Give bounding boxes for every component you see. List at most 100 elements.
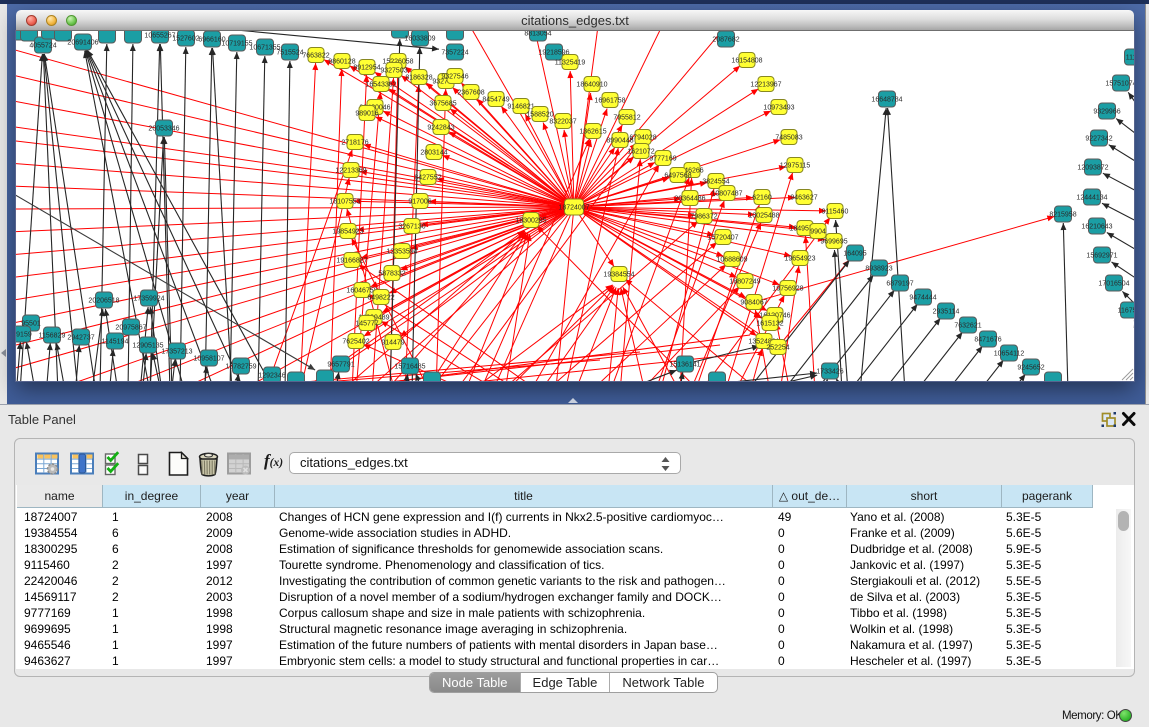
svg-text:16782759: 16782759 bbox=[225, 364, 256, 371]
svg-text:9084067: 9084067 bbox=[740, 300, 767, 307]
svg-text:15720407: 15720407 bbox=[707, 235, 738, 242]
svg-text:8454749: 8454749 bbox=[482, 97, 509, 104]
svg-text:9242843: 9242843 bbox=[427, 125, 454, 132]
svg-text:9115460: 9115460 bbox=[822, 209, 849, 216]
svg-text:9860128: 9860128 bbox=[328, 59, 355, 66]
svg-text:20053346: 20053346 bbox=[148, 126, 179, 133]
svg-text:7357224: 7357224 bbox=[441, 50, 468, 57]
svg-text:18300295: 18300295 bbox=[515, 218, 546, 225]
svg-text:39159: 39159 bbox=[16, 332, 32, 339]
svg-text:10025488: 10025488 bbox=[748, 213, 779, 220]
svg-text:9777169: 9777169 bbox=[649, 156, 676, 163]
svg-text:18640910: 18640910 bbox=[576, 82, 607, 89]
svg-text:9245652: 9245652 bbox=[1017, 365, 1044, 372]
svg-text:12213369: 12213369 bbox=[335, 168, 366, 175]
svg-text:10654112: 10654112 bbox=[994, 351, 1025, 358]
svg-text:9474444: 9474444 bbox=[909, 295, 936, 302]
svg-text:164095: 164095 bbox=[843, 251, 866, 258]
svg-text:989016: 989016 bbox=[355, 111, 378, 118]
svg-text:7515524: 7515524 bbox=[276, 50, 303, 57]
svg-text:7663822: 7663822 bbox=[302, 53, 329, 60]
svg-text:16154808: 16154808 bbox=[731, 58, 762, 65]
svg-text:19854923: 19854923 bbox=[332, 229, 363, 236]
svg-text:1362615: 1362615 bbox=[579, 129, 606, 136]
svg-text:1145194: 1145194 bbox=[102, 339, 129, 346]
svg-text:10973493: 10973493 bbox=[763, 105, 794, 112]
svg-text:3267130: 3267130 bbox=[398, 224, 425, 231]
svg-text:6498222: 6498222 bbox=[367, 295, 394, 302]
svg-text:12353594: 12353594 bbox=[386, 249, 417, 256]
svg-text:6794028: 6794028 bbox=[629, 135, 656, 142]
svg-text:16543362: 16543362 bbox=[365, 82, 396, 89]
svg-text:1733426: 1733426 bbox=[816, 369, 843, 376]
svg-text:16033809: 16033809 bbox=[404, 36, 435, 43]
svg-text:8912954: 8912954 bbox=[353, 65, 380, 72]
svg-text:2718176: 2718176 bbox=[341, 140, 368, 147]
svg-text:2935114: 2935114 bbox=[933, 309, 960, 316]
svg-text:9463627: 9463627 bbox=[790, 195, 817, 202]
svg-text:16210643: 16210643 bbox=[1081, 224, 1112, 231]
svg-text:10655267: 10655267 bbox=[144, 33, 175, 40]
svg-text:8186328: 8186328 bbox=[405, 75, 432, 82]
svg-text:7625402: 7625402 bbox=[342, 339, 369, 346]
svg-text:15751074: 15751074 bbox=[1105, 81, 1134, 88]
svg-text:12213967: 12213967 bbox=[750, 82, 781, 89]
svg-text:1588520: 1588520 bbox=[526, 112, 553, 119]
svg-text:17357213: 17357213 bbox=[161, 349, 192, 356]
svg-text:18724007: 18724007 bbox=[558, 205, 589, 212]
svg-text:20206518: 20206518 bbox=[88, 298, 119, 305]
svg-text:917006: 917006 bbox=[408, 199, 431, 206]
svg-text:62160: 62160 bbox=[752, 195, 772, 202]
svg-text:17359924: 17359924 bbox=[133, 296, 164, 303]
svg-text:2803144: 2803144 bbox=[420, 150, 447, 157]
svg-text:6497568: 6497568 bbox=[664, 173, 691, 180]
svg-text:10807487: 10807487 bbox=[711, 191, 742, 198]
svg-text:20691406: 20691406 bbox=[67, 40, 98, 47]
svg-text:8471676: 8471676 bbox=[974, 337, 1001, 344]
svg-text:16961758: 16961758 bbox=[594, 98, 625, 105]
svg-text:6879197: 6879197 bbox=[886, 281, 913, 288]
svg-text:17016504: 17016504 bbox=[1098, 281, 1129, 288]
svg-text:2942737: 2942737 bbox=[67, 335, 94, 342]
svg-text:12444134: 12444134 bbox=[1076, 195, 1107, 202]
svg-text:2087682: 2087682 bbox=[712, 37, 739, 44]
svg-text:8322037: 8322037 bbox=[549, 119, 576, 126]
svg-text:19166827: 19166827 bbox=[336, 258, 367, 265]
svg-text:8813054: 8813054 bbox=[524, 31, 551, 38]
svg-text:9146821: 9146821 bbox=[507, 104, 534, 111]
svg-text:12975115: 12975115 bbox=[780, 163, 811, 170]
svg-text:1156829: 1156829 bbox=[39, 333, 66, 340]
svg-text:18807249: 18807249 bbox=[729, 279, 760, 286]
svg-text:19654923: 19654923 bbox=[784, 256, 815, 263]
svg-text:16648784: 16648784 bbox=[871, 97, 902, 104]
svg-text:4055724: 4055724 bbox=[29, 43, 56, 50]
svg-text:9329966: 9329966 bbox=[1093, 109, 1120, 116]
svg-text:20975867: 20975867 bbox=[115, 325, 146, 332]
svg-text:15716485: 15716485 bbox=[394, 364, 425, 371]
svg-text:11325419: 11325419 bbox=[555, 60, 586, 67]
svg-text:116753: 116753 bbox=[1118, 308, 1134, 315]
svg-text:3824554: 3824554 bbox=[702, 179, 729, 186]
svg-text:1621072: 1621072 bbox=[627, 149, 654, 156]
svg-text:20364486: 20364486 bbox=[674, 196, 705, 203]
svg-text:8938923: 8938923 bbox=[865, 266, 892, 273]
svg-text:1292346: 1292346 bbox=[258, 373, 285, 380]
svg-text:2367608: 2367608 bbox=[457, 90, 484, 97]
svg-text:9699695: 9699695 bbox=[820, 239, 847, 246]
svg-text:15692971: 15692971 bbox=[1086, 253, 1117, 260]
svg-text:9327546: 9327546 bbox=[441, 74, 468, 81]
svg-text:10958107: 10958107 bbox=[193, 356, 224, 363]
svg-text:1112: 1112 bbox=[1126, 55, 1134, 62]
svg-text:7986372: 7986372 bbox=[690, 214, 717, 221]
svg-text:19384554: 19384554 bbox=[603, 272, 634, 279]
svg-text:9227342: 9227342 bbox=[1085, 136, 1112, 143]
svg-text:252254: 252254 bbox=[766, 345, 789, 352]
svg-text:7955812: 7955812 bbox=[613, 115, 640, 122]
svg-text:9904: 9904 bbox=[810, 229, 826, 236]
svg-text:7632621: 7632621 bbox=[954, 323, 981, 330]
svg-text:18107553: 18107553 bbox=[329, 199, 360, 206]
svg-text:12093872: 12093872 bbox=[1077, 165, 1108, 172]
svg-text:19756928: 19756928 bbox=[772, 286, 803, 293]
svg-text:9657791: 9657791 bbox=[327, 362, 354, 369]
svg-text:8427552: 8427552 bbox=[414, 175, 441, 182]
